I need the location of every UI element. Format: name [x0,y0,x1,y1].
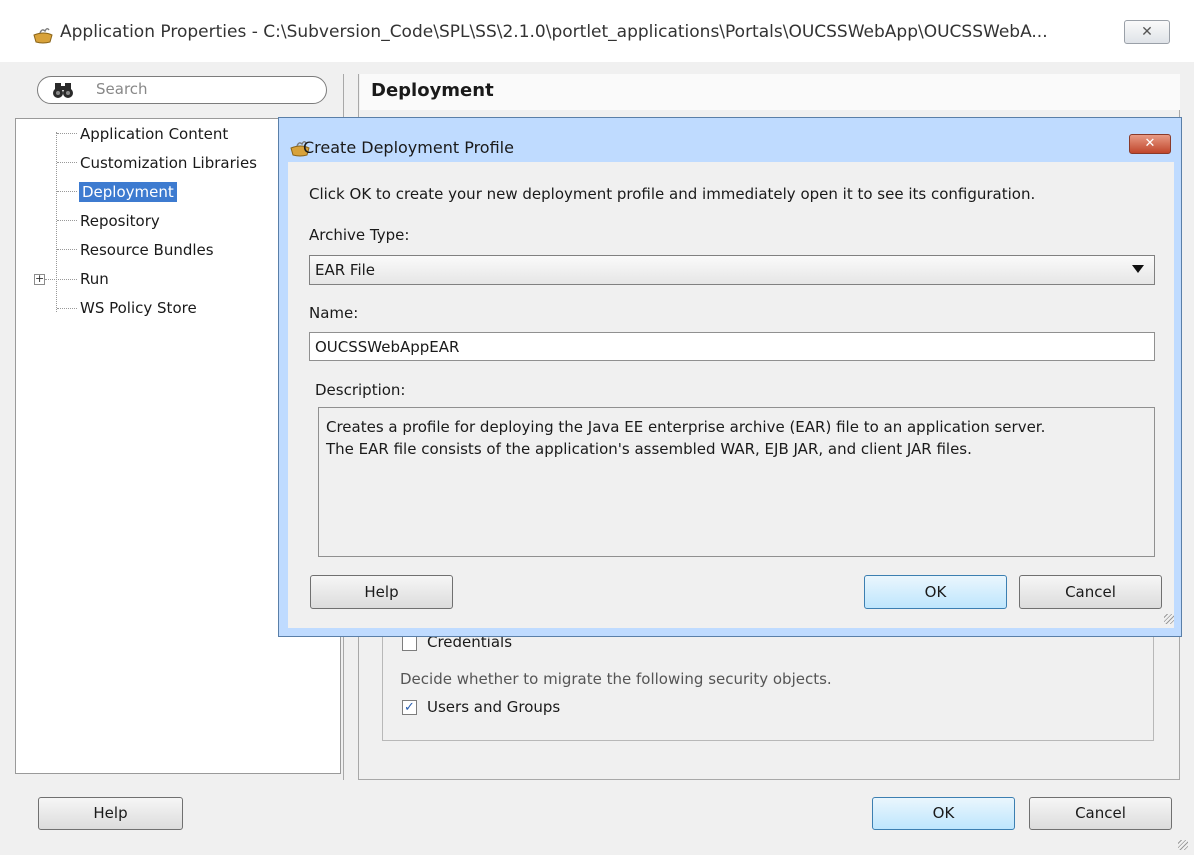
description-label: Description: [315,381,406,399]
window-title: Application Properties - C:\Subversion_C… [60,22,1048,42]
help-button-label: Help [93,804,128,822]
close-icon: ✕ [1144,136,1156,151]
tree-connector [56,132,57,312]
credentials-checkbox[interactable] [402,636,417,651]
tree-connector-h [57,133,77,134]
tree-item-application-content[interactable]: Application Content [80,125,228,143]
dialog-body [288,162,1174,628]
search-placeholder: Search [96,80,148,98]
tree-item-run[interactable]: Run [80,270,109,288]
users-and-groups-label: Users and Groups [427,698,561,716]
cancel-button-label: Cancel [1075,804,1126,822]
dialog-help-label: Help [364,583,399,601]
tree-item-deployment[interactable]: Deployment [79,182,177,202]
ok-button-label: OK [932,804,955,822]
tree-item-resource-bundles[interactable]: Resource Bundles [80,241,214,259]
tree-connector-h [45,279,77,280]
tree-item-repository[interactable]: Repository [80,212,160,230]
dialog-title: Create Deployment Profile [303,138,514,157]
tree-item-customization-libraries[interactable]: Customization Libraries [80,154,257,172]
tree-connector-h [57,191,77,192]
migrate-description: Decide whether to migrate the following … [400,670,832,688]
cancel-button[interactable]: Cancel [1029,797,1172,830]
dialog-resize-grip[interactable] [1164,614,1174,624]
application-cup-icon [33,28,53,44]
chevron-down-icon[interactable] [1132,265,1144,273]
tree-connector-h [57,308,77,309]
dialog-cancel-button[interactable]: Cancel [1019,575,1162,609]
archive-type-value: EAR File [315,261,376,279]
dialog-close-button[interactable]: ✕ [1129,134,1171,154]
window-close-button[interactable]: ✕ [1124,20,1170,44]
name-field-value: OUCSSWebAppEAR [315,338,460,356]
name-label: Name: [309,304,359,322]
archive-type-select[interactable] [309,255,1155,285]
tree-connector-h [57,220,77,221]
page-title: Deployment [371,80,494,101]
help-button[interactable]: Help [38,797,183,830]
tree-item-ws-policy-store[interactable]: WS Policy Store [80,299,197,317]
resize-grip[interactable] [1178,840,1188,850]
description-line-2: The EAR file consists of the application… [326,440,972,458]
users-and-groups-checkbox[interactable]: ✓ [402,700,417,715]
expand-icon[interactable]: + [34,273,45,285]
close-icon: ✕ [1141,24,1153,40]
dialog-cancel-label: Cancel [1065,583,1116,601]
description-box: Creates a profile for deploying the Java… [318,407,1155,557]
dialog-ok-label: OK [924,583,947,601]
dialog-help-button[interactable]: Help [310,575,453,609]
ok-button[interactable]: OK [872,797,1015,830]
dialog-ok-button[interactable]: OK [864,575,1007,609]
tree-connector-h [57,249,77,250]
binoculars-icon [53,83,73,98]
archive-type-label: Archive Type: [309,226,410,244]
description-line-1: Creates a profile for deploying the Java… [326,418,1046,436]
tree-connector-h [57,162,77,163]
search-input[interactable] [37,76,327,104]
dialog-intro-text: Click OK to create your new deployment p… [309,185,1036,203]
